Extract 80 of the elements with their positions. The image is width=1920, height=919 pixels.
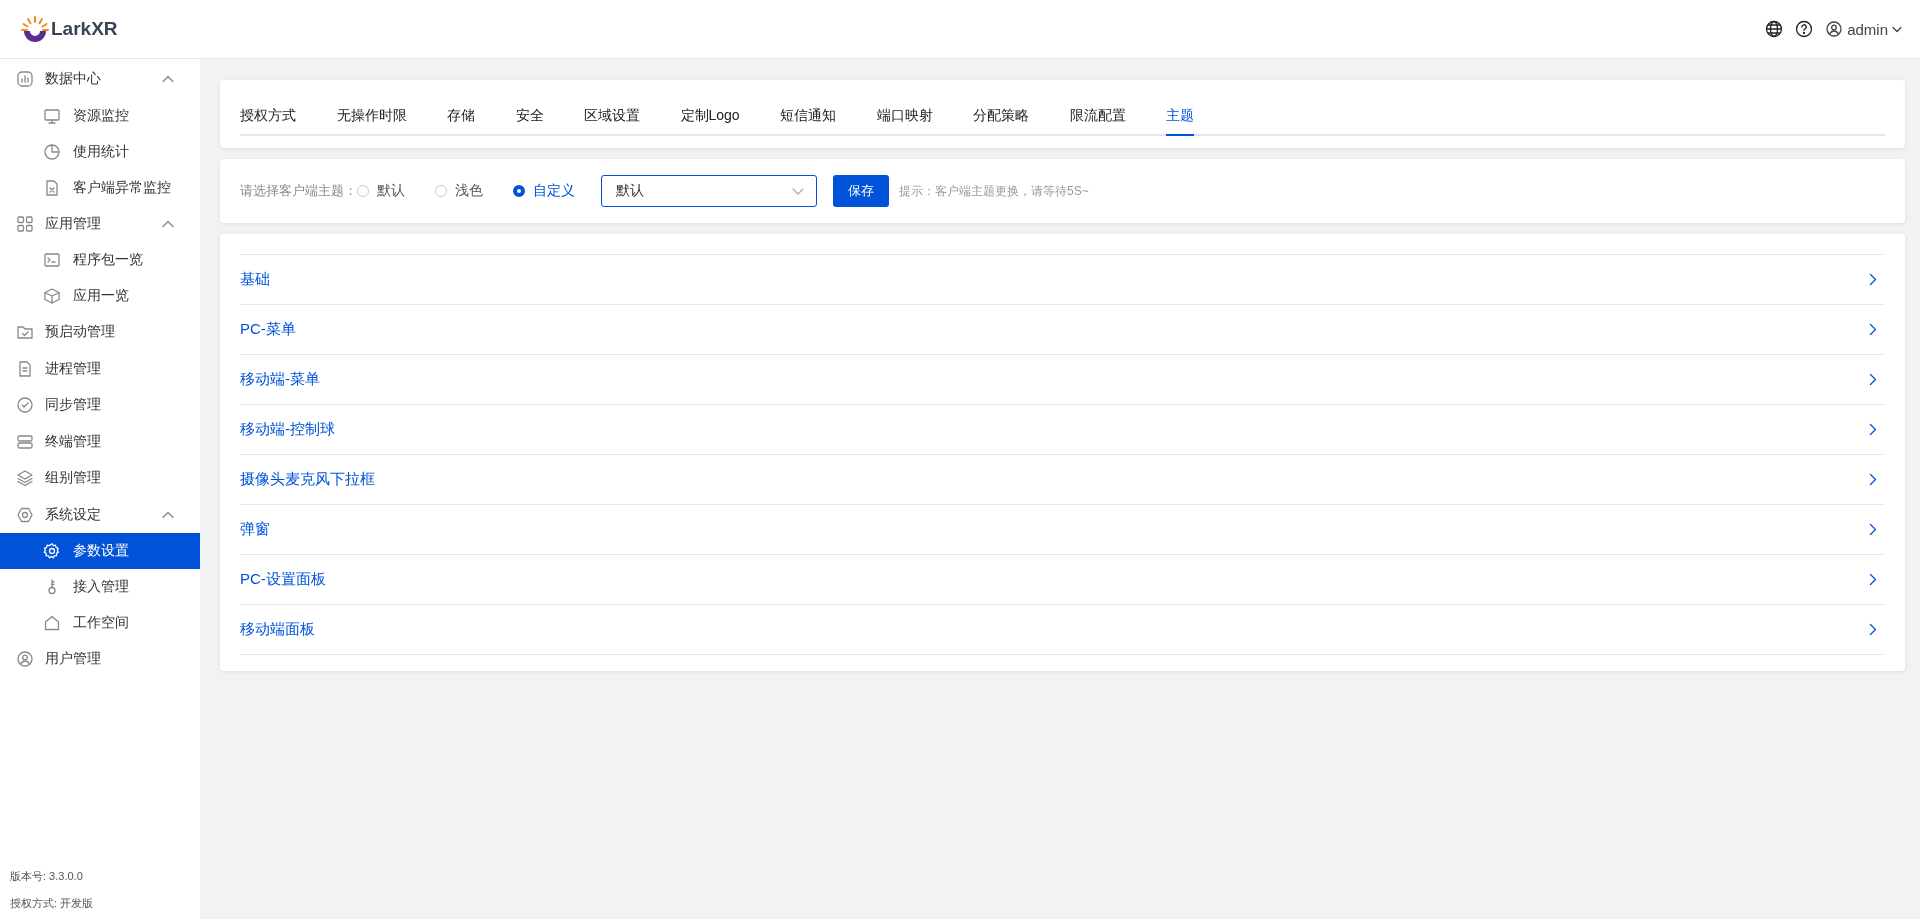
section-row[interactable]: 摄像头麦克风下拉框 [240, 454, 1885, 504]
tab[interactable]: 安全 [515, 104, 544, 134]
tab[interactable]: 无操作时限 [336, 104, 407, 134]
section-row[interactable]: 移动端-菜单 [240, 354, 1885, 404]
theme-dropdown[interactable]: 默认 [601, 175, 817, 207]
terminal-icon [43, 251, 61, 269]
chevron-down-icon [1892, 25, 1902, 33]
chevron-right-icon [1869, 573, 1877, 586]
chevron-right-icon [1869, 623, 1877, 636]
hint-text: 提示：客户端主题更换，请等待5S~ [899, 182, 1089, 200]
sidebar-item[interactable]: 组别管理 [0, 460, 200, 497]
hexagon-icon [16, 505, 34, 524]
layers-icon [16, 469, 34, 488]
chevron-right-icon [1869, 323, 1877, 336]
chevron-right-icon [1869, 373, 1877, 386]
sidebar-item[interactable]: 预启动管理 [0, 314, 200, 351]
server-icon [16, 432, 34, 451]
sidebar-item[interactable]: 数据中心 [0, 61, 200, 98]
cube-icon [43, 287, 61, 305]
chevron-up-icon [162, 510, 174, 519]
document-icon [43, 178, 61, 197]
sidebar-item[interactable]: 用户管理 [0, 641, 200, 678]
user-icon [16, 650, 34, 669]
sidebar-item[interactable]: 应用管理 [0, 205, 200, 242]
chevron-up-icon [162, 75, 174, 84]
tab[interactable]: 短信通知 [780, 104, 837, 134]
theme-label: 请选择客户端主题： [240, 182, 357, 200]
chevron-up-icon [162, 219, 174, 228]
chevron-down-icon [792, 187, 804, 195]
sidebar-item[interactable]: 客户端异常监控 [0, 169, 200, 206]
tab[interactable]: 授权方式 [240, 104, 296, 134]
sidebar-item[interactable]: 使用统计 [0, 133, 200, 170]
radio-option[interactable]: 自定义 [513, 182, 575, 200]
logo-icon [20, 14, 50, 44]
logo-text: LarkXR [51, 18, 118, 40]
chevron-right-icon [1869, 273, 1877, 286]
chevron-right-icon [1869, 423, 1877, 436]
check-circle-icon [16, 396, 34, 415]
house-icon [43, 614, 61, 632]
sidebar-item[interactable]: 进程管理 [0, 350, 200, 387]
grid-icon [16, 214, 34, 233]
section-row[interactable]: 移动端-控制球 [240, 404, 1885, 454]
sidebar-item[interactable]: 程序包一览 [0, 242, 200, 278]
pie-chart-icon [43, 142, 61, 161]
tab[interactable]: 定制Logo [680, 104, 740, 134]
document-icon [16, 359, 34, 378]
tab[interactable]: 主题 [1166, 104, 1195, 136]
sidebar-item[interactable]: 终端管理 [0, 423, 200, 460]
sidebar-item[interactable]: 同步管理 [0, 387, 200, 424]
sidebar-item[interactable]: 资源监控 [0, 97, 200, 134]
tab[interactable]: 区域设置 [584, 104, 640, 134]
tab[interactable]: 限流配置 [1069, 104, 1126, 134]
sidebar-item[interactable]: 参数设置 [0, 533, 200, 569]
sidebar-item[interactable]: 接入管理 [0, 569, 200, 605]
version-text: 版本号: 3.3.0.0 [10, 869, 84, 884]
help-icon[interactable] [1795, 20, 1814, 38]
section-row[interactable]: 移动端面板 [240, 604, 1885, 655]
tab[interactable]: 端口映射 [876, 104, 933, 134]
section-row[interactable]: 弹窗 [240, 504, 1885, 554]
tab[interactable]: 存储 [447, 104, 475, 134]
radio-option[interactable]: 浅色 [435, 182, 483, 200]
sidebar-item[interactable]: 应用一览 [0, 278, 200, 314]
user-icon [1825, 20, 1844, 38]
license-text: 授权方式: 开发版 [10, 896, 95, 911]
chevron-right-icon [1869, 523, 1877, 536]
chevron-right-icon [1869, 473, 1877, 486]
section-row[interactable]: 基础 [240, 254, 1885, 304]
section-row[interactable]: PC-设置面板 [240, 554, 1885, 604]
section-row[interactable]: PC-菜单 [240, 304, 1885, 354]
user-menu[interactable]: admin [1825, 20, 1902, 38]
sidebar-item[interactable]: 系统设定 [0, 496, 200, 533]
sidebar-item[interactable]: 工作空间 [0, 605, 200, 641]
radio-option[interactable]: 默认 [357, 182, 405, 200]
globe-icon[interactable] [1765, 20, 1784, 38]
monitor-icon [43, 106, 61, 125]
tab[interactable]: 分配策略 [973, 104, 1030, 134]
folder-icon [16, 323, 34, 342]
settings-icon [43, 542, 61, 560]
chart-icon [16, 70, 34, 89]
save-button[interactable]: 保存 [833, 175, 889, 207]
